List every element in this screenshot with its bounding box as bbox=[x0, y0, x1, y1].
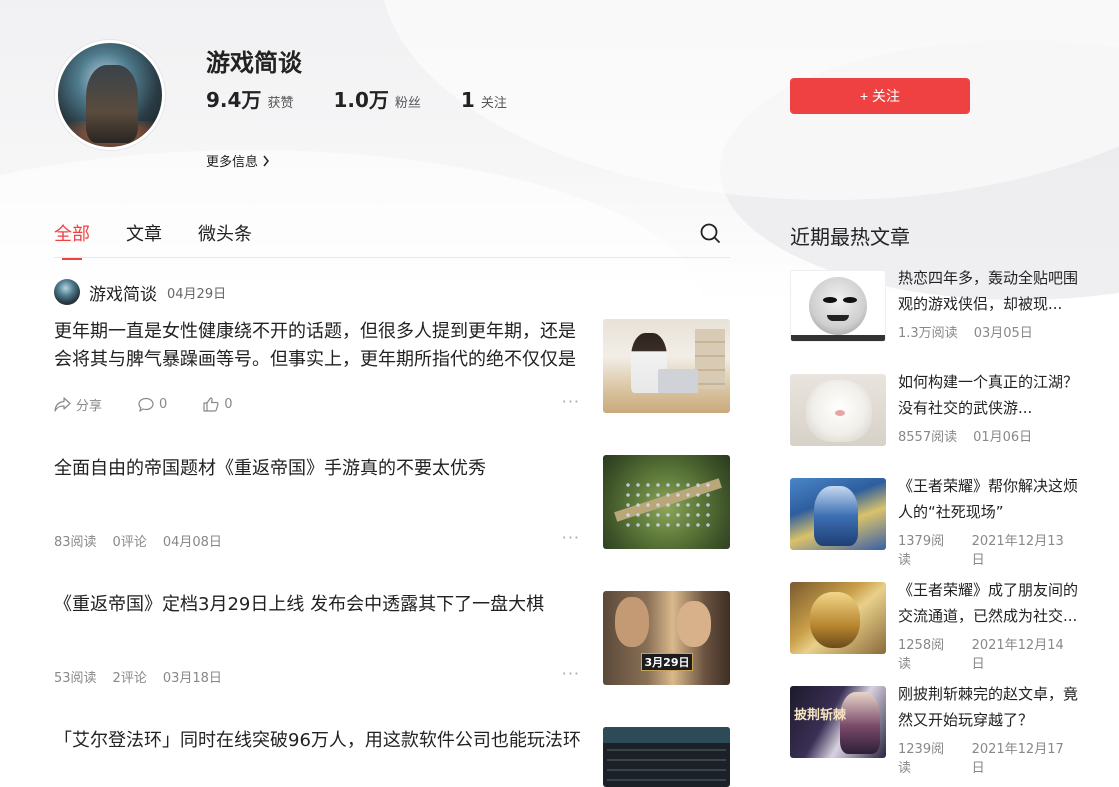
hot-article-meta: 1239阅读 2021年12月17日 bbox=[898, 738, 1090, 776]
hot-article-date: 2021年12月17日 bbox=[971, 742, 1064, 776]
hot-article-meta: 1379阅读 2021年12月13日 bbox=[898, 530, 1090, 568]
hot-article-date: 01月06日 bbox=[973, 430, 1033, 445]
thumbs-up-icon bbox=[203, 397, 219, 412]
post-actions: 分享 0 0 bbox=[54, 395, 269, 414]
hot-article-thumbnail[interactable] bbox=[790, 270, 886, 342]
profile-stats: 9.4万 获赞 1.0万 粉丝 1 关注 bbox=[206, 84, 547, 113]
chevron-right-icon bbox=[263, 155, 269, 166]
post-author-row: 游戏简谈 04月29日 bbox=[54, 279, 226, 305]
hot-article-date: 03月05日 bbox=[973, 326, 1033, 341]
hot-article-meta: 1258阅读 2021年12月14日 bbox=[898, 634, 1090, 672]
stat-fans-label: 粉丝 bbox=[394, 96, 421, 111]
feed-item-article[interactable]: 全面自由的帝国题材《重返帝国》手游真的不要太优秀 83阅读 0评论 04月08日… bbox=[54, 455, 730, 550]
comment-count: 0 bbox=[159, 397, 168, 412]
hot-article-reads: 8557阅读 bbox=[898, 430, 958, 445]
tab-all[interactable]: 全部 bbox=[54, 220, 90, 260]
tabs-divider bbox=[54, 257, 730, 258]
more-info-label: 更多信息 bbox=[206, 155, 259, 170]
feed-item-article[interactable]: 「艾尔登法环」同时在线突破96万人，用这款软件公司也能玩法环 bbox=[54, 727, 730, 787]
more-options-icon[interactable]: ··· bbox=[562, 664, 580, 683]
hot-article-reads: 1239阅读 bbox=[898, 742, 945, 776]
share-label: 分享 bbox=[76, 399, 103, 414]
hot-article-item[interactable]: 《王者荣耀》帮你解决这烦人的“社死现场” 1379阅读 2021年12月13日 bbox=[790, 477, 1090, 568]
post-author-avatar[interactable] bbox=[54, 279, 80, 305]
article-thumbnail[interactable] bbox=[603, 455, 730, 549]
more-info-link[interactable]: 更多信息 bbox=[206, 151, 270, 170]
article-date: 04月08日 bbox=[162, 535, 222, 550]
hot-article-date: 2021年12月13日 bbox=[971, 534, 1064, 568]
like-button[interactable]: 0 bbox=[203, 397, 248, 412]
article-reads: 53阅读 bbox=[54, 671, 97, 686]
hot-article-meta: 8557阅读 01月06日 bbox=[898, 426, 1048, 445]
post-thumbnail[interactable] bbox=[603, 319, 730, 413]
article-thumbnail[interactable] bbox=[603, 727, 730, 787]
share-button[interactable]: 分享 bbox=[54, 395, 118, 414]
stat-likes-number: 9.4万 bbox=[206, 88, 262, 112]
hot-article-thumbnail[interactable] bbox=[790, 374, 886, 446]
tab-articles[interactable]: 文章 bbox=[126, 220, 162, 260]
hot-article-reads: 1379阅读 bbox=[898, 534, 945, 568]
profile-avatar[interactable] bbox=[55, 40, 165, 150]
hot-article-item[interactable]: 如何构建一个真正的江湖？没有社交的武侠游... 8557阅读 01月06日 bbox=[790, 373, 1090, 446]
stat-following[interactable]: 1 关注 bbox=[461, 88, 507, 112]
profile-name: 游戏简谈 bbox=[206, 49, 302, 77]
hot-article-title[interactable]: 热恋四年多，轰动全贴吧围观的游戏侠侣，却被现... bbox=[898, 265, 1090, 317]
comment-icon bbox=[138, 397, 154, 412]
stat-likes: 9.4万 获赞 bbox=[206, 84, 293, 113]
article-comments: 0评论 bbox=[112, 535, 147, 550]
hot-articles-heading: 近期最热文章 bbox=[790, 225, 910, 249]
stat-likes-label: 获赞 bbox=[267, 96, 294, 111]
article-title[interactable]: 全面自由的帝国题材《重返帝国》手游真的不要太优秀 bbox=[54, 455, 584, 483]
hot-article-item[interactable]: 热恋四年多，轰动全贴吧围观的游戏侠侣，却被现... 1.3万阅读 03月05日 bbox=[790, 269, 1090, 342]
hot-article-date: 2021年12月14日 bbox=[971, 638, 1064, 672]
follow-button[interactable]: + 关注 bbox=[790, 78, 970, 114]
hot-article-title[interactable]: 如何构建一个真正的江湖？没有社交的武侠游... bbox=[898, 369, 1090, 421]
hot-article-title[interactable]: 刚披荆斩棘完的赵文卓，竟然又开始玩穿越了？ bbox=[898, 681, 1090, 733]
hot-article-reads: 1.3万阅读 bbox=[898, 326, 958, 341]
stat-fans-number: 1.0万 bbox=[333, 88, 389, 112]
hot-article-thumbnail[interactable] bbox=[790, 582, 886, 654]
post-text[interactable]: 更年期一直是女性健康绕不开的话题，但很多人提到更年期，还是会将其与脾气暴躁画等号… bbox=[54, 318, 584, 374]
share-icon bbox=[54, 397, 71, 412]
feed-item-post[interactable]: 更年期一直是女性健康绕不开的话题，但很多人提到更年期，还是会将其与脾气暴躁画等号… bbox=[54, 318, 730, 418]
hot-article-thumbnail[interactable]: 披荆斩棘 bbox=[790, 686, 886, 758]
content-tabs: 全部 文章 微头条 bbox=[54, 220, 288, 260]
article-reads: 83阅读 bbox=[54, 535, 97, 550]
feed-item-article[interactable]: 《重返帝国》定档3月29日上线 发布会中透露其下了一盘大棋 53阅读 2评论 0… bbox=[54, 591, 730, 686]
article-meta: 83阅读 0评论 04月08日 bbox=[54, 531, 238, 550]
article-title[interactable]: 「艾尔登法环」同时在线突破96万人，用这款软件公司也能玩法环 bbox=[54, 727, 584, 755]
more-options-icon[interactable]: ··· bbox=[562, 392, 580, 411]
post-date: 04月29日 bbox=[167, 286, 227, 302]
article-title[interactable]: 《重返帝国》定档3月29日上线 发布会中透露其下了一盘大棋 bbox=[54, 591, 584, 619]
hot-article-thumbnail[interactable] bbox=[790, 478, 886, 550]
search-icon[interactable] bbox=[699, 222, 721, 244]
article-thumbnail[interactable]: 3月29日 bbox=[603, 591, 730, 685]
article-date: 03月18日 bbox=[162, 671, 222, 686]
stat-following-number: 1 bbox=[460, 88, 475, 112]
article-meta: 53阅读 2评论 03月18日 bbox=[54, 667, 238, 686]
hot-article-title[interactable]: 《王者荣耀》成了朋友间的交流通道，已然成为社交... bbox=[898, 577, 1090, 629]
article-comments: 2评论 bbox=[112, 671, 147, 686]
tab-micro-posts[interactable]: 微头条 bbox=[198, 220, 252, 260]
more-options-icon[interactable]: ··· bbox=[562, 528, 580, 547]
hot-article-item[interactable]: 《王者荣耀》成了朋友间的交流通道，已然成为社交... 1258阅读 2021年1… bbox=[790, 581, 1090, 672]
post-author-name[interactable]: 游戏简谈 bbox=[89, 280, 157, 305]
comment-button[interactable]: 0 bbox=[138, 397, 183, 412]
like-count: 0 bbox=[224, 397, 233, 412]
hot-article-meta: 1.3万阅读 03月05日 bbox=[898, 322, 1049, 341]
hot-article-item[interactable]: 披荆斩棘 刚披荆斩棘完的赵文卓，竟然又开始玩穿越了？ 1239阅读 2021年1… bbox=[790, 685, 1090, 776]
stat-fans[interactable]: 1.0万 粉丝 bbox=[333, 84, 420, 113]
stat-following-label: 关注 bbox=[480, 96, 507, 111]
hot-article-reads: 1258阅读 bbox=[898, 638, 945, 672]
thumbnail-date-badge: 3月29日 bbox=[641, 653, 693, 671]
hot-article-title[interactable]: 《王者荣耀》帮你解决这烦人的“社死现场” bbox=[898, 473, 1090, 525]
thumbnail-caption: 披荆斩棘 bbox=[794, 708, 847, 723]
